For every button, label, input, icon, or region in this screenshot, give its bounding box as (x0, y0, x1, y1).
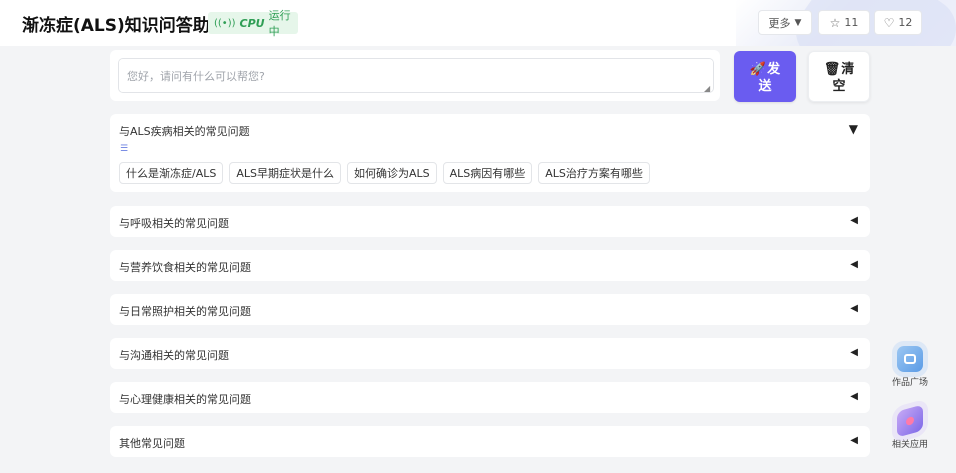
accordion-als[interactable]: 与ALS疾病相关的常见问题 ▼ ☰ 什么是渐冻症/ALS ALS早期症状是什么 … (110, 114, 870, 192)
status-badge: ((•)) CPU 运行中 (208, 9, 298, 38)
caret-down-icon: ▼ (794, 17, 802, 28)
accordion-other[interactable]: 其他常见问题 ◀ (110, 426, 870, 457)
accordion-nutrition[interactable]: 与营养饮食相关的常见问题 ◀ (110, 250, 870, 281)
cpu-label: CPU (239, 16, 265, 30)
accordion-breathing[interactable]: 与呼吸相关的常见问题 ◀ (110, 206, 870, 237)
collapse-left-icon[interactable]: ◀ (850, 259, 858, 270)
question-chip[interactable]: 什么是渐冻症/ALS (119, 162, 224, 184)
send-label-1: 发 (767, 60, 781, 76)
apps-icon (897, 404, 923, 438)
accordion-title: 其他常见问题 (119, 437, 185, 450)
collapse-left-icon[interactable]: ◀ (850, 215, 858, 226)
status-text: 运行中 (268, 9, 291, 38)
question-input[interactable] (118, 58, 714, 93)
list-icon: ☰ (120, 144, 129, 154)
works-plaza-label: 作品广场 (891, 378, 928, 388)
clear-label-2: 空 (832, 77, 846, 93)
more-label: 更多 (768, 16, 791, 30)
related-apps-label: 相关应用 (891, 440, 928, 450)
accordion-mental-health[interactable]: 与心理健康相关的常见问题 ◀ (110, 382, 870, 413)
accordion-title: 与ALS疾病相关的常见问题 (119, 125, 250, 138)
more-dropdown-button[interactable]: 更多 ▼ (758, 10, 812, 35)
heart-icon: ♡ (883, 15, 895, 30)
like-button[interactable]: ♡ 12 (874, 10, 922, 35)
question-chip[interactable]: ALS治疗方案有哪些 (538, 162, 650, 184)
accordion-title: 与沟通相关的常见问题 (119, 349, 229, 362)
send-label-2: 送 (758, 77, 772, 93)
accordion-title: 与营养饮食相关的常见问题 (119, 261, 251, 274)
related-apps-button[interactable]: 相关应用 (886, 404, 934, 450)
works-plaza-button[interactable]: 作品广场 (886, 346, 934, 388)
accordion-communication[interactable]: 与沟通相关的常见问题 ◀ (110, 338, 870, 369)
resize-grip-icon[interactable]: ◢ (704, 84, 710, 93)
question-chip[interactable]: ALS病因有哪些 (442, 162, 533, 184)
signal-icon: ((•)) (214, 17, 236, 29)
star-icon: ☆ (829, 15, 841, 30)
collapse-left-icon[interactable]: ◀ (850, 303, 858, 314)
star-count: 11 (844, 16, 859, 29)
accordion-title: 与呼吸相关的常见问题 (119, 217, 229, 230)
accordion-title: 与心理健康相关的常见问题 (119, 393, 251, 406)
collapse-left-icon[interactable]: ◀ (850, 391, 858, 402)
accordion-daily-care[interactable]: 与日常照护相关的常见问题 ◀ (110, 294, 870, 325)
app-title: 渐冻症(ALS)知识问答助手 (22, 16, 227, 36)
clear-button[interactable]: 🗑 清 空 (808, 51, 870, 102)
send-button[interactable]: 🚀 发 送 (734, 51, 796, 102)
question-chip[interactable]: 如何确诊为ALS (346, 162, 437, 184)
gallery-icon (897, 346, 923, 372)
star-button[interactable]: ☆ 11 (818, 10, 870, 35)
clear-label-1: 清 (841, 60, 855, 76)
question-chip[interactable]: ALS早期症状是什么 (229, 162, 341, 184)
expand-down-icon[interactable]: ▼ (849, 122, 858, 136)
collapse-left-icon[interactable]: ◀ (850, 435, 858, 446)
trash-icon: 🗑 (823, 60, 841, 76)
like-count: 12 (898, 16, 913, 29)
chip-row: 什么是渐冻症/ALS ALS早期症状是什么 如何确诊为ALS ALS病因有哪些 … (119, 162, 656, 184)
rocket-icon: 🚀 (749, 60, 767, 76)
collapse-left-icon[interactable]: ◀ (850, 347, 858, 358)
accordion-title: 与日常照护相关的常见问题 (119, 305, 251, 318)
app-header: 渐冻症(ALS)知识问答助手 ((•)) CPU 运行中 更多 ▼ ☆ 11 ♡… (0, 0, 956, 46)
